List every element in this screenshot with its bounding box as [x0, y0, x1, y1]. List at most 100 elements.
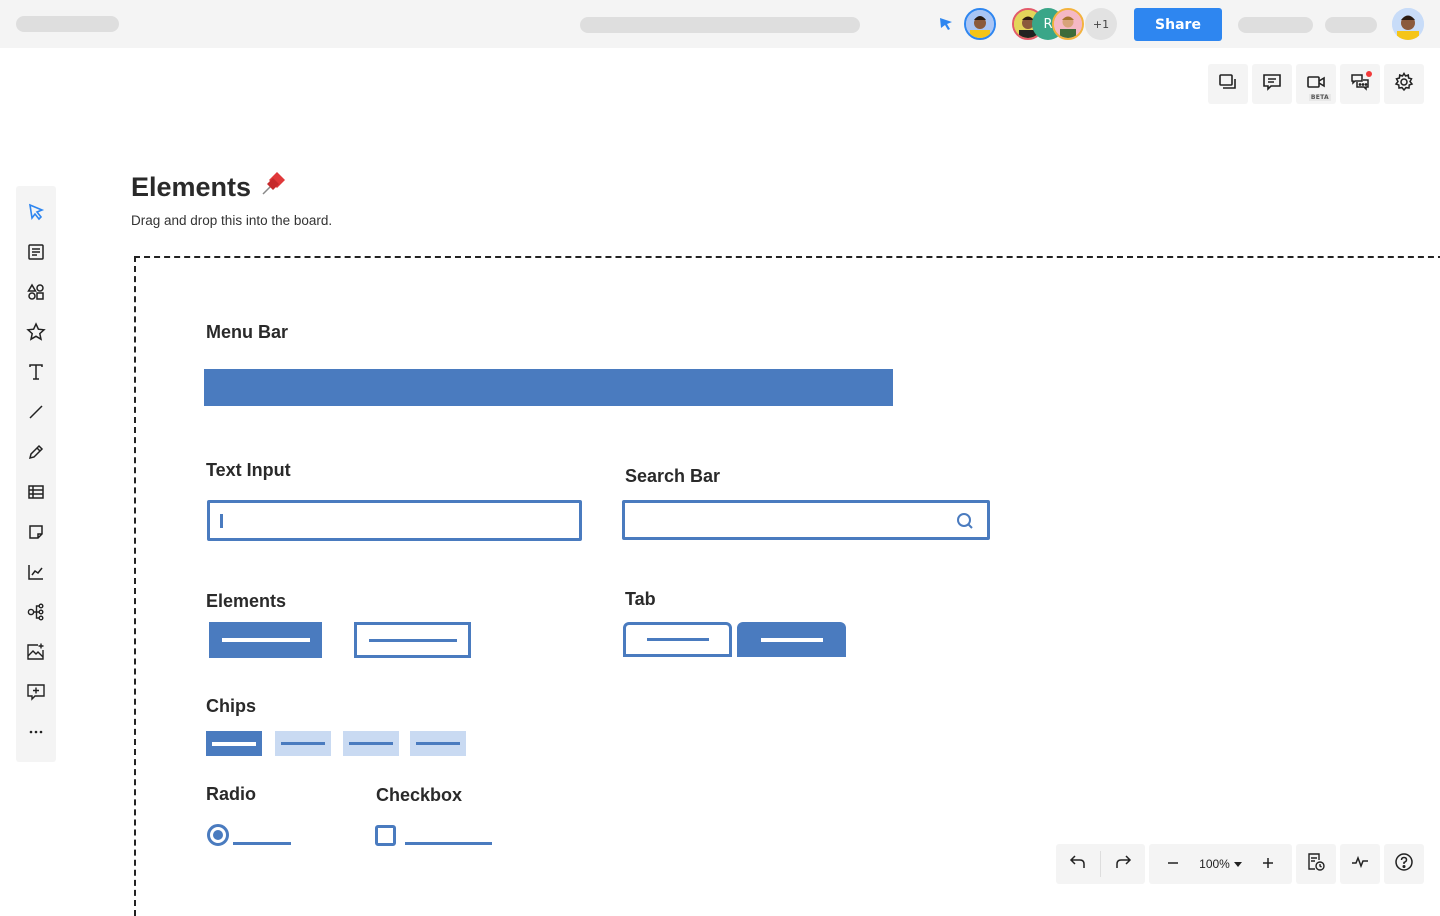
activity-icon: [1350, 852, 1370, 876]
select-tool[interactable]: [16, 194, 56, 234]
line-tool[interactable]: [16, 394, 56, 434]
beta-badge: BETA: [1308, 94, 1331, 101]
cursor-icon: [27, 203, 45, 225]
title-placeholder: [580, 17, 860, 33]
comment-tool[interactable]: [16, 674, 56, 714]
template-icon: [27, 243, 45, 265]
tab-text-line: [760, 637, 823, 642]
chip-text-line: [349, 742, 393, 745]
collaborator-cursor-icon: [938, 16, 954, 36]
help-icon: [1394, 852, 1414, 876]
more-icon: [27, 723, 45, 745]
shapes-icon: [27, 283, 45, 305]
more-tools-button[interactable]: [16, 714, 56, 754]
more-collaborators-badge[interactable]: +1: [1085, 8, 1117, 40]
undo-button[interactable]: [1056, 844, 1100, 884]
chip[interactable]: [410, 731, 466, 756]
tab-text-line: [646, 638, 709, 641]
pushpin-icon: [259, 170, 287, 204]
help-button[interactable]: [1384, 844, 1424, 884]
chat-button[interactable]: [1340, 64, 1380, 104]
caret-down-icon: [1233, 857, 1242, 871]
mind-map-tool[interactable]: [16, 594, 56, 634]
activity-button[interactable]: [1340, 844, 1380, 884]
image-add-icon: [26, 642, 46, 666]
radio-label: Radio: [206, 784, 257, 804]
text-tool[interactable]: [16, 354, 56, 394]
shapes-tool[interactable]: [16, 274, 56, 314]
checkbox-label: Checkbox: [376, 785, 463, 805]
header-placeholder[interactable]: [1325, 17, 1377, 33]
collaborator-avatar[interactable]: [1052, 8, 1084, 40]
video-button[interactable]: BETA: [1296, 64, 1336, 104]
search-bar-element[interactable]: [622, 500, 990, 540]
table-tool[interactable]: [16, 474, 56, 514]
plus-icon: [1261, 855, 1275, 874]
pen-tool[interactable]: [16, 434, 56, 474]
pages-button[interactable]: [1208, 64, 1248, 104]
stickers-tool[interactable]: [16, 314, 56, 354]
text-icon: [27, 363, 45, 385]
undo-icon: [1069, 853, 1087, 875]
current-user-avatar[interactable]: [1392, 8, 1424, 40]
redo-button[interactable]: [1101, 844, 1145, 884]
radio-element[interactable]: [207, 824, 229, 846]
text-input-label: Text Input: [206, 460, 291, 480]
zoom-controls: 100%: [1149, 844, 1292, 884]
sticky-note-tool[interactable]: [16, 514, 56, 554]
text-caret: [220, 514, 223, 528]
page-subtitle: Drag and drop this into the board.: [131, 213, 333, 228]
chart-icon: [27, 563, 45, 585]
radio-selected-dot: [213, 830, 223, 840]
video-icon: [1306, 72, 1326, 96]
image-tool[interactable]: [16, 634, 56, 674]
search-icon: [955, 511, 975, 535]
line-icon: [27, 403, 45, 425]
checkbox-element[interactable]: [375, 825, 396, 846]
chip-text-line: [212, 741, 256, 746]
button-text-line: [221, 638, 310, 642]
settings-button[interactable]: [1384, 64, 1424, 104]
radio-text-line: [233, 842, 291, 845]
chart-tool[interactable]: [16, 554, 56, 594]
filled-button-element[interactable]: [209, 622, 322, 658]
chip-text-line: [416, 742, 460, 745]
chip[interactable]: [343, 731, 399, 756]
button-text-line: [368, 638, 457, 642]
chip-text-line: [281, 742, 325, 745]
zoom-in-button[interactable]: [1250, 844, 1286, 884]
chip-selected[interactable]: [206, 731, 262, 756]
tab-active-element[interactable]: [737, 622, 846, 657]
elements-frame[interactable]: [134, 256, 1440, 916]
left-toolbar: [16, 186, 56, 762]
tab-inactive-element[interactable]: [623, 622, 732, 657]
page-title: Elements: [131, 170, 287, 204]
outline-button-element[interactable]: [354, 622, 471, 658]
sticky-note-icon: [27, 523, 45, 545]
undo-redo-group: [1056, 844, 1145, 884]
comments-button[interactable]: [1252, 64, 1292, 104]
zoom-out-button[interactable]: [1155, 844, 1191, 884]
menu-bar-element[interactable]: [204, 369, 893, 406]
right-toolbar: BETA: [1208, 64, 1424, 104]
share-button[interactable]: Share: [1134, 8, 1222, 41]
mindmap-icon: [26, 602, 46, 626]
notification-dot: [1366, 71, 1372, 77]
pencil-icon: [27, 443, 45, 465]
menu-bar-label: Menu Bar: [206, 322, 289, 342]
active-user-avatar[interactable]: [964, 8, 996, 40]
text-input-element[interactable]: [207, 500, 582, 541]
history-button[interactable]: [1296, 844, 1336, 884]
table-icon: [27, 483, 45, 505]
star-icon: [26, 322, 46, 346]
chip[interactable]: [275, 731, 331, 756]
top-bar: R +1 Share: [0, 0, 1440, 48]
board-name-placeholder[interactable]: [16, 16, 119, 32]
zoom-level-dropdown[interactable]: 100%: [1199, 857, 1242, 871]
templates-tool[interactable]: [16, 234, 56, 274]
elements-label: Elements: [206, 591, 287, 611]
history-icon: [1306, 852, 1326, 876]
zoom-level-value: 100%: [1199, 857, 1230, 871]
minus-icon: [1166, 855, 1180, 874]
header-placeholder[interactable]: [1238, 17, 1313, 33]
